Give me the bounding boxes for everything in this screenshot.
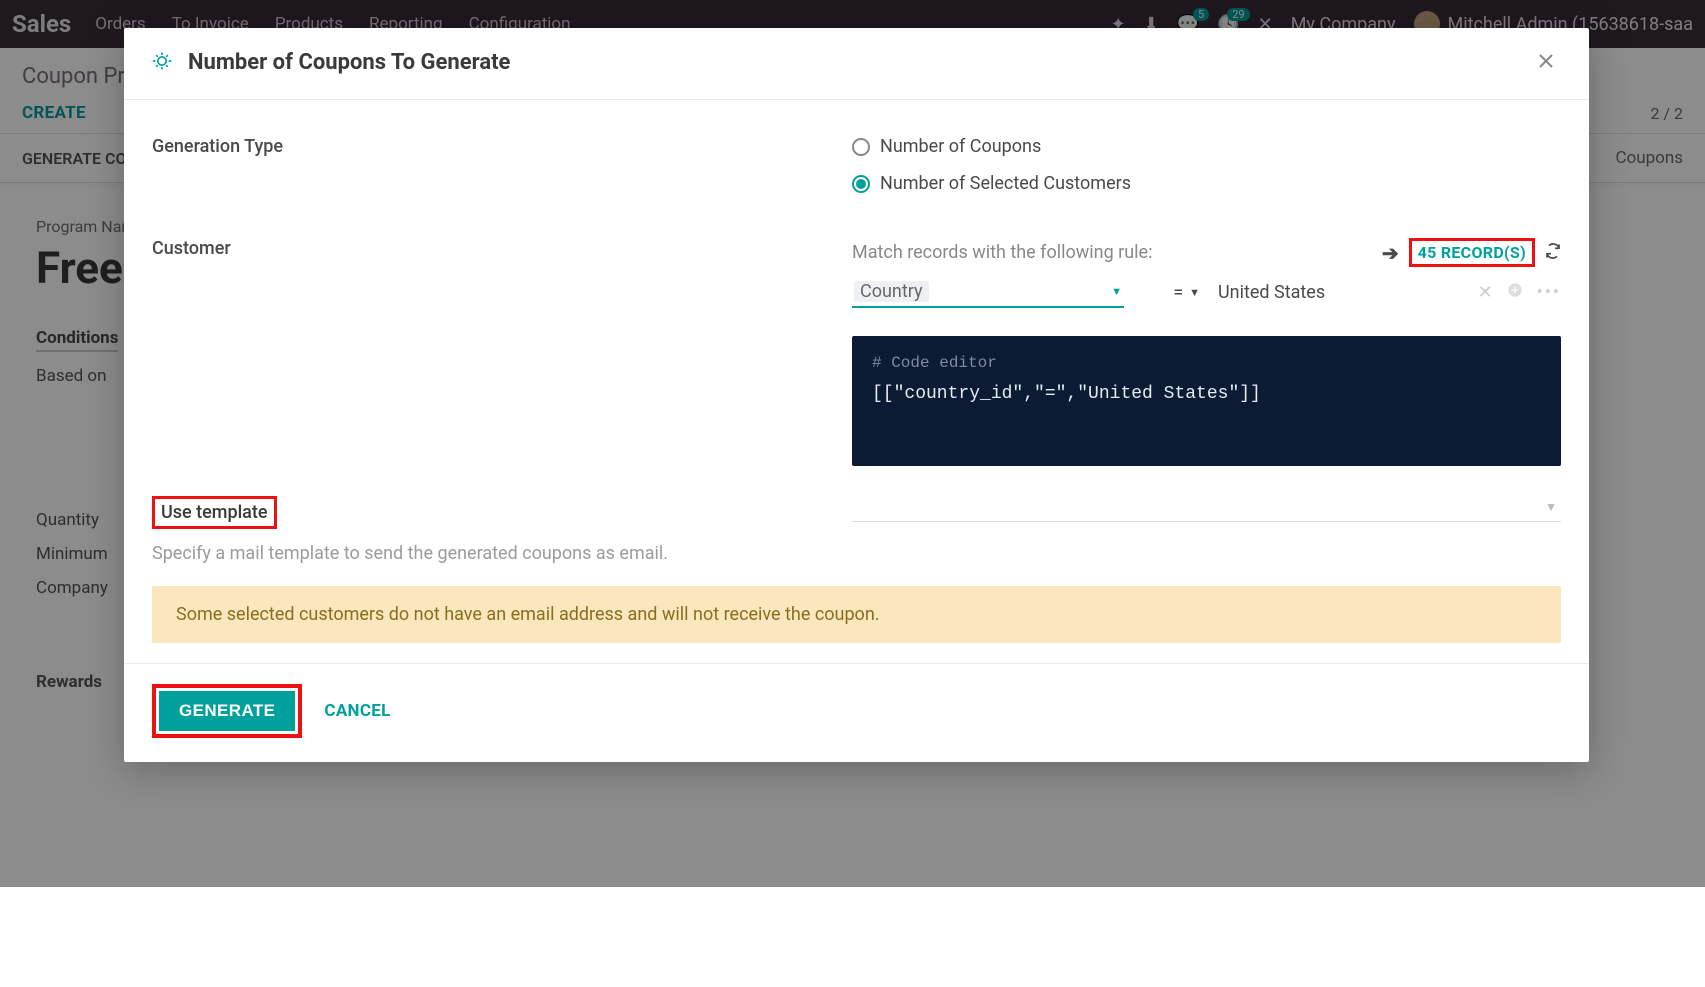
radio-number-of-customers[interactable]: Number of Selected Customers xyxy=(852,173,1561,194)
domain-field-value: Country xyxy=(854,281,929,302)
add-condition-icon[interactable] xyxy=(1507,282,1523,303)
records-count-link[interactable]: 45 RECORD(S) xyxy=(1416,239,1528,266)
domain-operator-select[interactable]: = ▼ xyxy=(1132,278,1202,307)
radio-icon xyxy=(852,175,870,193)
code-body: [["country_id","=","United States"]] xyxy=(872,384,1541,404)
customer-label: Customer xyxy=(152,238,231,259)
template-select[interactable]: ▼ xyxy=(852,498,1561,522)
dialog-title: Number of Coupons To Generate xyxy=(188,50,510,75)
radio-icon xyxy=(852,138,870,156)
coupon-generate-dialog: Number of Coupons To Generate Generation… xyxy=(124,28,1589,762)
bug-icon[interactable] xyxy=(152,51,172,75)
generate-button[interactable]: GENERATE xyxy=(159,691,295,731)
match-rule-text: Match records with the following rule: xyxy=(852,242,1152,263)
radio-label: Number of Coupons xyxy=(880,136,1041,157)
chevron-down-icon: ▼ xyxy=(1189,286,1200,299)
radio-label: Number of Selected Customers xyxy=(880,173,1131,194)
more-condition-icon[interactable]: ••• xyxy=(1537,282,1561,303)
cancel-button[interactable]: CANCEL xyxy=(324,701,390,721)
radio-number-of-coupons[interactable]: Number of Coupons xyxy=(852,136,1561,157)
use-template-label: Use template xyxy=(161,502,268,523)
domain-value-input[interactable]: United States xyxy=(1216,278,1327,307)
close-button[interactable] xyxy=(1531,48,1561,77)
domain-code-editor[interactable]: # Code editor [["country_id","=","United… xyxy=(852,336,1561,466)
chevron-down-icon: ▼ xyxy=(1111,285,1122,298)
arrow-right-icon: ➔ xyxy=(1382,241,1399,265)
use-template-hint: Specify a mail template to send the gene… xyxy=(152,543,852,564)
domain-field-select[interactable]: Country ▼ xyxy=(852,277,1124,308)
email-warning-alert: Some selected customers do not have an e… xyxy=(152,586,1561,643)
code-comment: # Code editor xyxy=(872,354,1541,372)
remove-condition-icon[interactable]: ✕ xyxy=(1478,282,1493,303)
generation-type-label: Generation Type xyxy=(152,136,283,157)
chevron-down-icon: ▼ xyxy=(1545,500,1557,514)
refresh-icon[interactable] xyxy=(1545,243,1561,263)
